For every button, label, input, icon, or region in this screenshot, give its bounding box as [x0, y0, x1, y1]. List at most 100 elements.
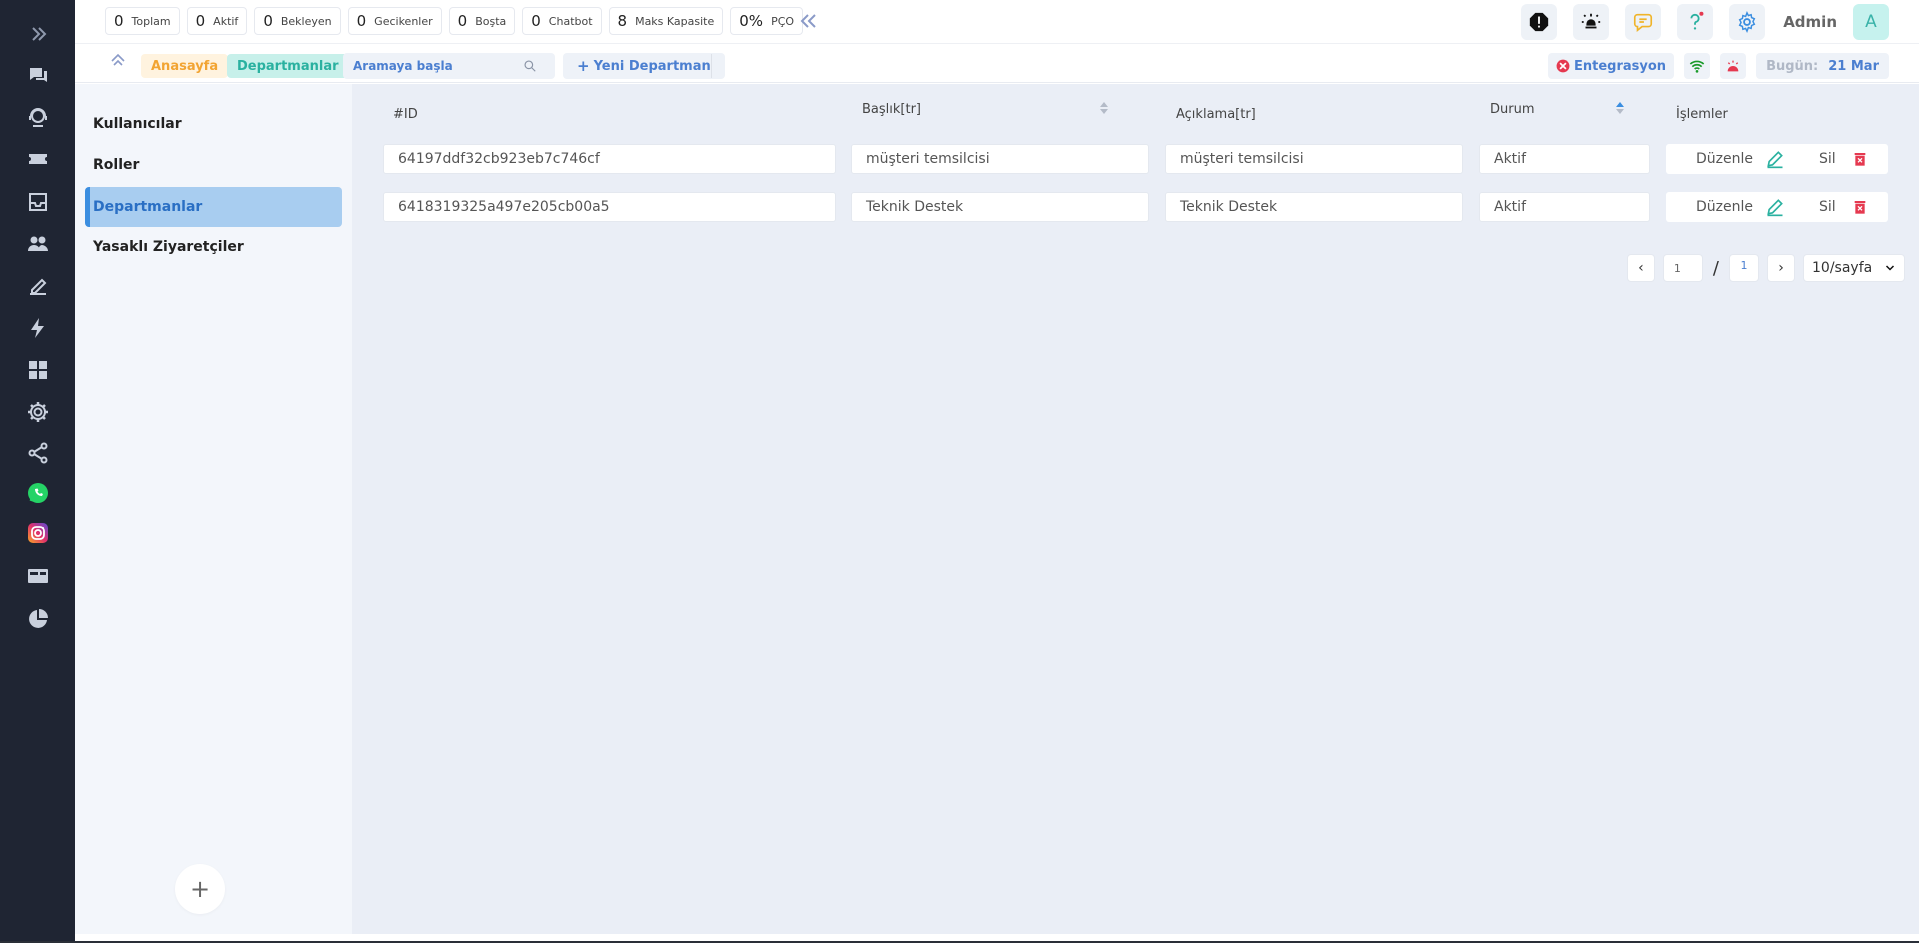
column-header-id: #ID	[393, 107, 418, 122]
alert-button[interactable]	[1521, 4, 1558, 40]
breadcrumb-home[interactable]: Anasayfa	[141, 54, 229, 78]
settings-button[interactable]	[1729, 4, 1766, 40]
new-department-label: Yeni Departman	[593, 58, 711, 74]
whatsapp-icon[interactable]	[22, 477, 54, 509]
inbox-icon[interactable]	[22, 186, 54, 218]
breadcrumb-current[interactable]: Departmanlar	[227, 54, 349, 78]
sort-status-icon[interactable]	[1615, 101, 1625, 115]
sidebar-item-roles[interactable]: Roller	[85, 145, 342, 185]
avatar[interactable]: A	[1853, 4, 1889, 40]
support-agent-icon[interactable]	[22, 101, 54, 133]
ticket-icon[interactable]	[22, 143, 54, 175]
share-icon[interactable]	[22, 437, 54, 469]
settings-sidebar: Kullanıcılar Roller Departmanlar Yasaklı…	[75, 84, 352, 934]
delete-button[interactable]: Sil	[1819, 199, 1836, 215]
search-input[interactable]	[353, 59, 523, 73]
chat-bubbles-icon[interactable]	[22, 59, 54, 91]
gear-icon	[1738, 11, 1756, 33]
add-button[interactable]: +	[175, 864, 225, 914]
stat-label: Boşta	[475, 14, 507, 28]
column-header-description: Açıklama[tr]	[1176, 107, 1256, 122]
instagram-icon[interactable]	[22, 517, 54, 549]
grid-icon[interactable]	[22, 354, 54, 386]
bolt-icon[interactable]	[22, 312, 54, 344]
alert-icon	[1530, 12, 1549, 32]
cell-description: müşteri temsilcisi	[1165, 144, 1463, 174]
stat-label: Aktif	[213, 14, 239, 28]
stat-value: 0	[114, 12, 124, 30]
stats-group: 0 Toplam 0 Aktif 0 Bekleyen 0 Gecikenler 0 Bo…	[105, 7, 804, 35]
row-actions: Düzenle Sil	[1666, 144, 1888, 174]
chevron-down-icon	[1885, 265, 1895, 271]
edit-button[interactable]: Düzenle	[1696, 199, 1753, 215]
column-header-title[interactable]: Başlık[tr]	[862, 102, 921, 117]
column-header-actions: İşlemler	[1676, 107, 1728, 122]
cell-id: 6418319325a497e205cb00a5	[383, 192, 836, 222]
alarm-icon	[1727, 60, 1739, 72]
error-icon	[1556, 59, 1570, 73]
stat-total: 0 Toplam	[105, 7, 180, 35]
stat-label: PÇO	[771, 14, 795, 28]
cell-status: Aktif	[1479, 144, 1650, 174]
sidebar-item-banned-visitors[interactable]: Yasaklı Ziyaretçiler	[85, 227, 342, 267]
next-page-button[interactable]: ›	[1767, 254, 1795, 282]
search-box	[343, 53, 555, 79]
collapse-stats-icon[interactable]	[799, 10, 819, 34]
today-value: 21 Mar	[1828, 58, 1879, 74]
sidebar-item-users[interactable]: Kullanıcılar	[85, 104, 342, 144]
trash-icon[interactable]	[1852, 151, 1868, 167]
column-header-status[interactable]: Durum	[1490, 102, 1535, 117]
plus-icon: +	[577, 57, 590, 75]
page-size-value: 10/sayfa	[1812, 260, 1873, 276]
pencil-icon[interactable]	[1765, 149, 1785, 169]
sound-button[interactable]	[1720, 53, 1747, 79]
breadcrumb-bar: Anasayfa Departmanlar + Yeni Departman E…	[75, 45, 1919, 83]
stat-pco: 0% PÇO	[730, 7, 804, 35]
help-icon	[1690, 11, 1704, 30]
icon-rail	[0, 0, 75, 943]
stat-value: 0	[531, 12, 541, 30]
edit-button[interactable]: Düzenle	[1696, 151, 1753, 167]
admin-name[interactable]: Admin	[1783, 13, 1837, 31]
expand-icon[interactable]	[22, 18, 54, 50]
row-actions: Düzenle Sil	[1666, 192, 1888, 222]
pencil-icon[interactable]	[1765, 197, 1785, 217]
pie-chart-icon[interactable]	[22, 603, 54, 635]
integration-label: Entegrasyon	[1574, 58, 1667, 74]
stat-idle: 0 Boşta	[448, 7, 516, 35]
page-input[interactable]: 1	[1662, 254, 1703, 282]
connection-button[interactable]	[1684, 53, 1711, 79]
page-size-select[interactable]: 10/sayfa	[1803, 254, 1905, 282]
prev-page-button[interactable]: ‹	[1626, 254, 1655, 282]
cell-description: Teknik Destek	[1165, 192, 1463, 222]
new-department-button[interactable]: + Yeni Departman	[563, 53, 725, 79]
stat-max-capacity: 8 Maks Kapasite	[608, 7, 724, 35]
stat-label: Gecikenler	[374, 14, 433, 28]
stat-label: Maks Kapasite	[635, 14, 715, 28]
sort-title-icon[interactable]	[1099, 101, 1109, 115]
stat-value: 8	[617, 12, 628, 30]
card-icon[interactable]	[22, 560, 54, 592]
cell-title: Teknik Destek	[851, 192, 1149, 222]
chat-button[interactable]	[1625, 4, 1662, 40]
total-pages: 1	[1729, 254, 1759, 282]
collapse-up-icon[interactable]	[108, 51, 128, 71]
lamp-icon	[1582, 13, 1601, 29]
today-label: Bugün:	[1766, 58, 1819, 74]
sidebar-item-departments[interactable]: Departmanlar	[85, 187, 342, 227]
integration-button[interactable]: Entegrasyon	[1548, 53, 1675, 79]
users-icon[interactable]	[22, 228, 54, 260]
stat-value: 0	[457, 12, 468, 30]
edit-note-icon[interactable]	[22, 270, 54, 302]
trash-icon[interactable]	[1852, 199, 1868, 215]
stat-delayed: 0 Gecikenler	[347, 7, 442, 35]
search-icon[interactable]	[523, 59, 537, 73]
stat-label: Bekleyen	[280, 14, 332, 28]
theme-toggle-button[interactable]	[1573, 4, 1610, 40]
help-button[interactable]	[1677, 4, 1714, 40]
delete-button[interactable]: Sil	[1819, 151, 1836, 167]
today-date: Bugün: 21 Mar	[1756, 53, 1889, 79]
chat-icon	[1634, 13, 1653, 32]
cell-id: 64197ddf32cb923eb7c746cf	[383, 144, 836, 174]
settings-icon[interactable]	[22, 396, 54, 428]
